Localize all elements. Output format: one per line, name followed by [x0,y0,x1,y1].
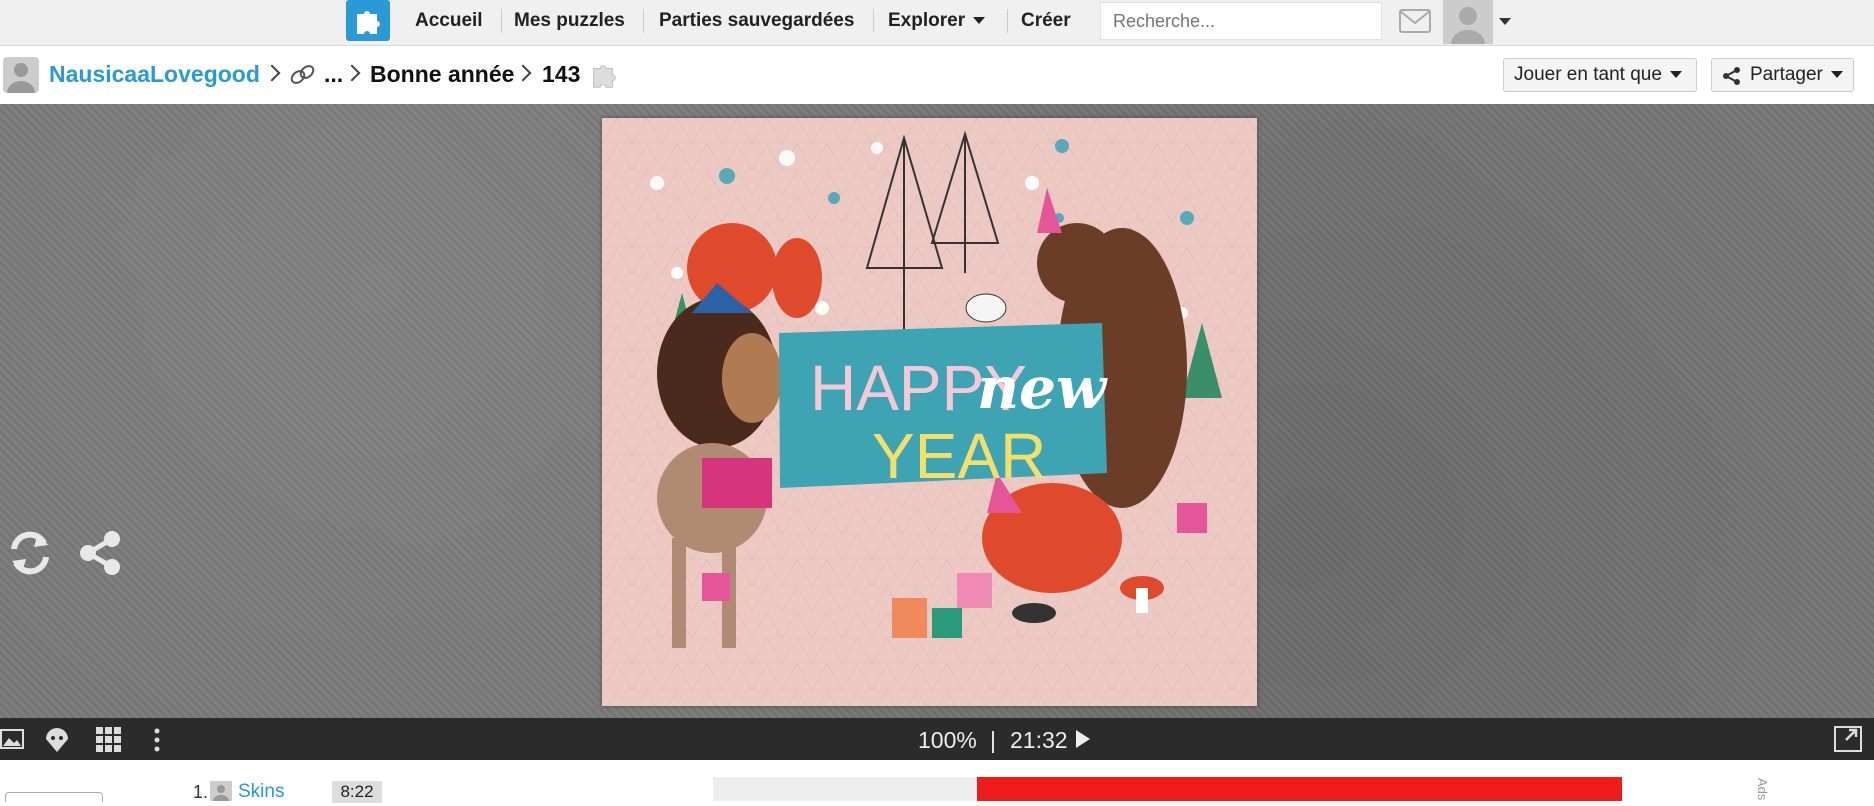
puzzle-stage[interactable]: HAPPY new YEAR [0,104,1874,718]
score-rank: 1. [193,782,209,802]
chevron-down-icon [973,17,986,25]
chevron-right-icon [514,64,532,82]
fullscreen-icon[interactable] [1834,726,1862,757]
chevron-down-icon[interactable] [1499,18,1511,25]
below-content: 1. Skins 8:22 Ads [0,760,1874,803]
user-avatar-icon[interactable] [1443,0,1493,44]
image-icon[interactable] [0,727,24,756]
puzzle-piece-icon [588,59,620,96]
avatar [210,781,232,806]
chevron-down-icon [1830,71,1843,79]
ghost-image-icon[interactable] [44,726,70,759]
timer: 21:32 [1010,727,1068,753]
chevron-right-icon [263,64,281,82]
breadcrumb-folder[interactable]: Bonne année [370,61,514,88]
avatar[interactable] [3,57,39,93]
search-input[interactable] [1100,2,1382,40]
top-navigation: Accueil Mes puzzles Parties sauvegardées… [0,0,1874,46]
nav-divider [643,9,644,33]
nav-mes-puzzles[interactable]: Mes puzzles [500,0,639,42]
nav-creer[interactable]: Créer [1007,0,1085,42]
ad-label: Ads [1755,778,1770,801]
zoom-level[interactable]: 100% [918,727,977,754]
rotate-icon[interactable] [6,529,54,582]
puzzle-toolbar: 100% | 21:32 [0,718,1874,760]
play-as-dropdown[interactable]: Jouer en tant que [1503,58,1697,92]
banner-new-text: new [977,354,1108,422]
score-player-link[interactable]: Skins [238,781,284,803]
ad-banner-red[interactable] [977,777,1622,801]
nav-explorer[interactable]: Explorer [874,0,999,42]
puzzle-logo-icon[interactable] [346,0,390,41]
banner-year-text: YEAR [872,420,1046,492]
chevron-right-icon [343,64,361,82]
breadcrumb: NausicaaLovegood ... Bonne année 143 Jou… [0,47,1874,104]
breadcrumb-ellipsis[interactable]: ... [324,61,343,88]
link-icon [288,63,318,92]
toolbar-separator: | [990,727,996,753]
share-icon [1723,67,1740,85]
chevron-down-icon [1669,71,1682,79]
mail-icon[interactable] [1398,8,1432,34]
share-icon[interactable] [76,529,124,582]
more-options-icon[interactable] [152,728,162,757]
breadcrumb-user-link[interactable]: NausicaaLovegood [49,61,260,88]
score-time: 8:22 [332,781,382,803]
piece-count: 143 [542,61,581,87]
nav-parties-sauvegardees[interactable]: Parties sauvegardées [645,0,868,42]
grid-icon[interactable] [96,727,122,758]
play-as-label: Jouer en tant que [1514,64,1662,85]
play-icon[interactable] [1076,730,1090,753]
share-label: Partager [1750,64,1823,85]
puzzle-image[interactable]: HAPPY new YEAR [602,118,1257,706]
nav-explorer-label: Explorer [888,10,966,31]
nav-accueil[interactable]: Accueil [401,0,497,42]
share-dropdown[interactable]: Partager [1711,58,1854,92]
